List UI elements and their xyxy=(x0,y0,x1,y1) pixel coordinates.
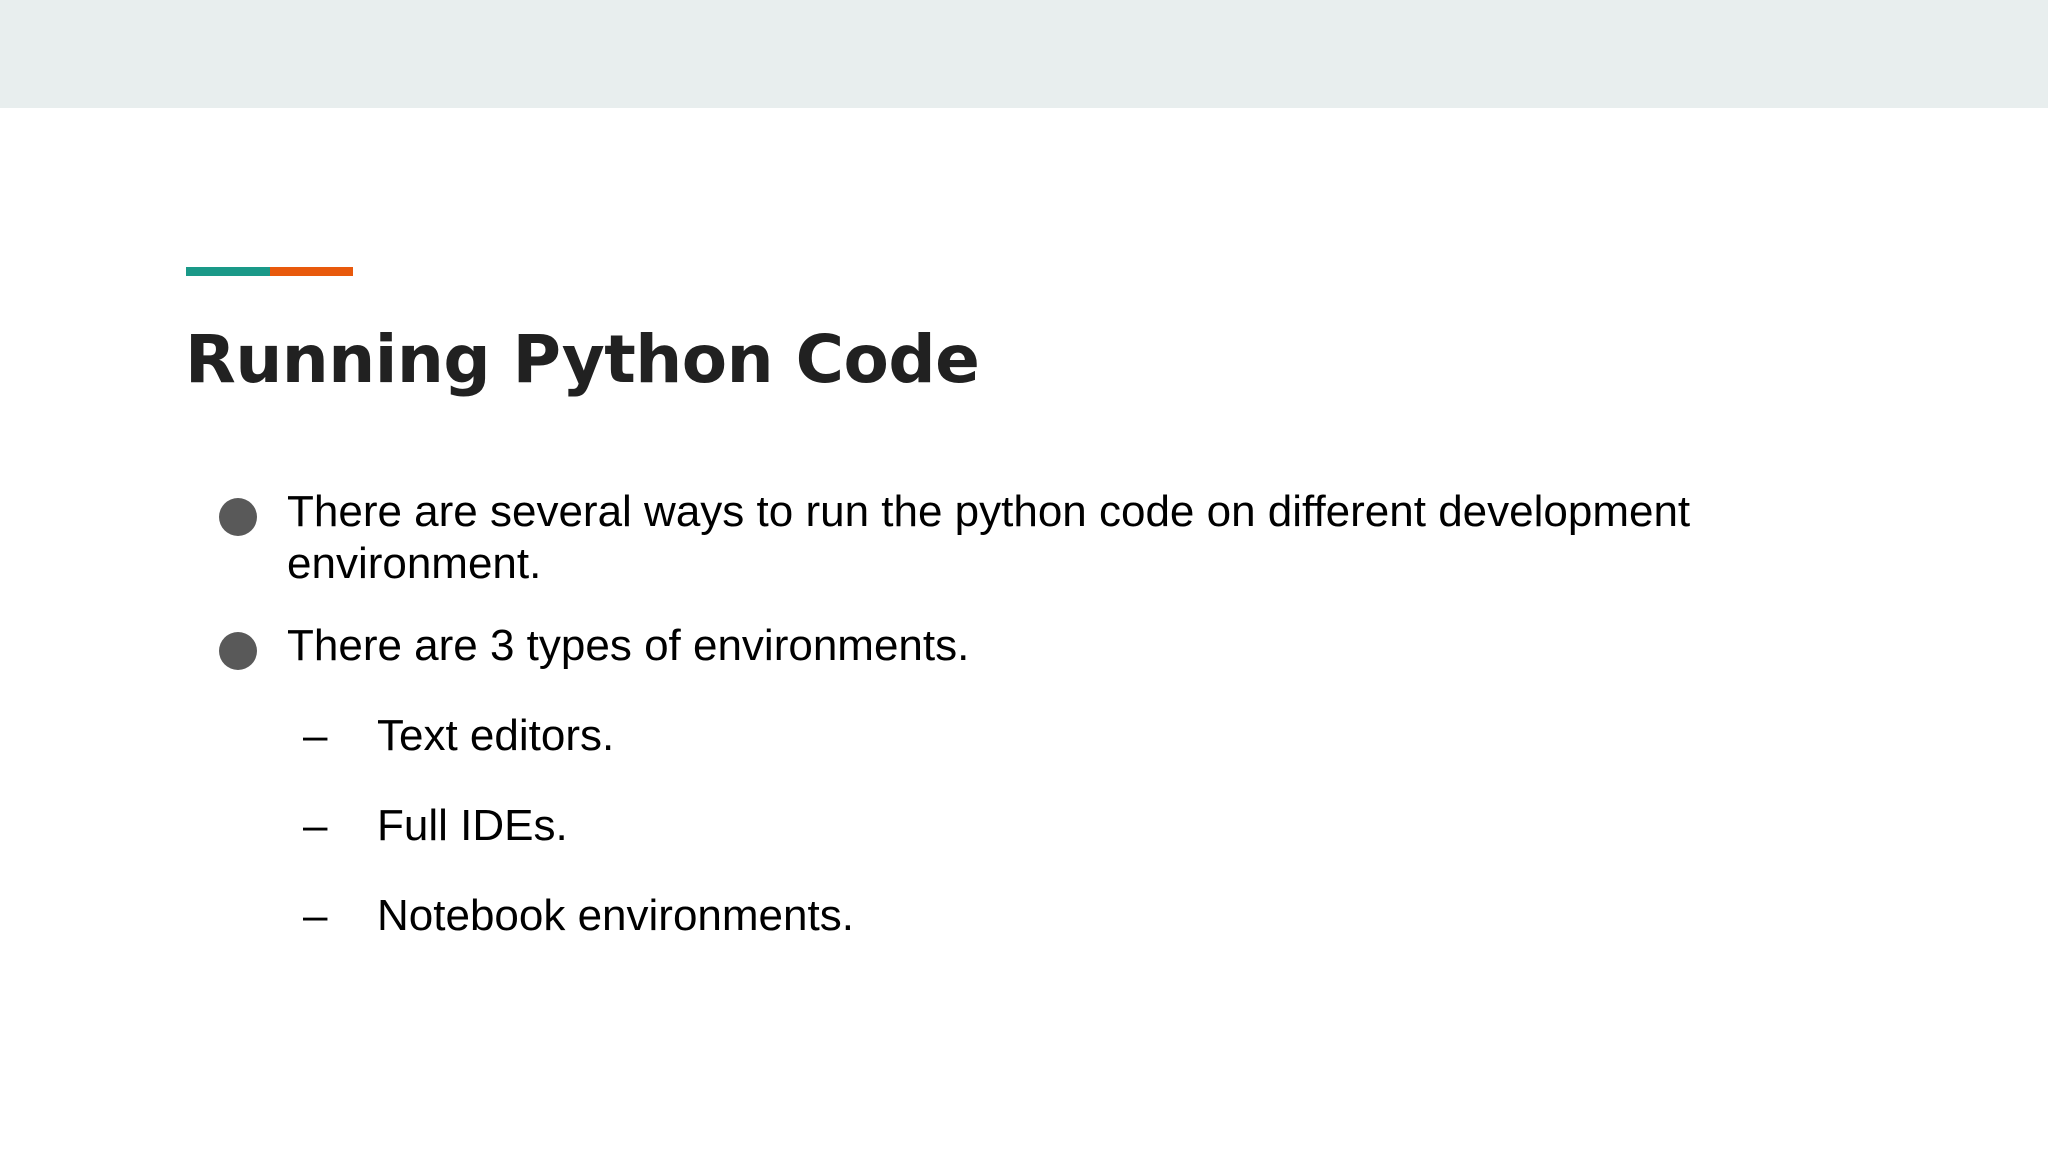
bullet-dot-icon xyxy=(219,632,257,670)
bullet-text: There are 3 types of environments. xyxy=(287,621,970,670)
bullet-text: There are several ways to run the python… xyxy=(287,487,1691,588)
slide-title: Running Python Code xyxy=(185,321,980,398)
sub-bullet-text: Full IDEs. xyxy=(377,801,568,850)
dash-marker: – xyxy=(303,711,328,760)
top-band xyxy=(0,0,2048,108)
bullet-dot-icon xyxy=(219,498,257,536)
dash-marker: – xyxy=(303,891,328,940)
accent-orange-segment xyxy=(270,267,353,276)
title-accent-bar xyxy=(186,267,353,276)
accent-teal-segment xyxy=(186,267,270,276)
slide: Running Python Code There are several wa… xyxy=(0,0,2048,1152)
sub-bullet-text: Notebook environments. xyxy=(377,891,854,940)
sub-bullet-text: Text editors. xyxy=(377,711,615,760)
dash-marker: – xyxy=(303,801,328,850)
